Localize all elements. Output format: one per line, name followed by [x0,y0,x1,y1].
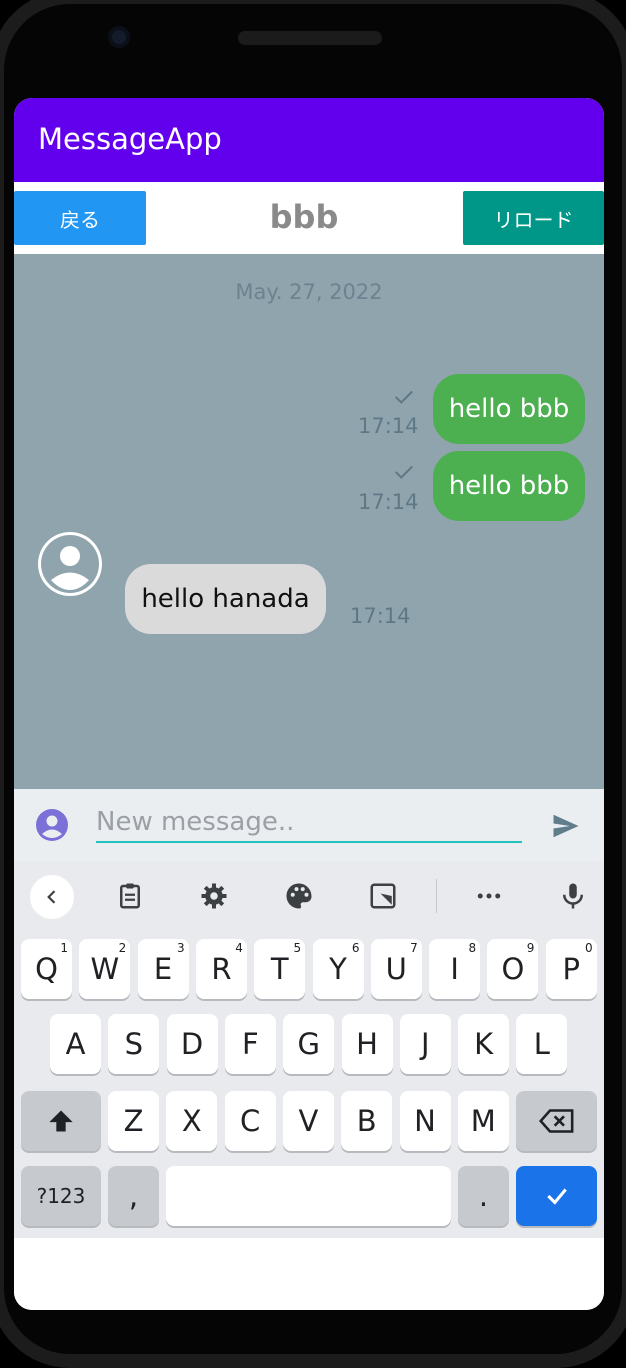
phone-frame: MessageApp 戻る bbb リロード May. 27, 2022 17:… [0,0,626,1368]
on-screen-keyboard: Q1W2E3R4T5Y6U7I8O9P0 ASDFGHJKL ZXCVBNM ?… [14,861,604,1238]
more-icon[interactable] [474,881,504,911]
key-d[interactable]: D [166,1014,218,1074]
chat-header: 戻る bbb リロード [14,182,604,254]
checkmark-icon [546,1188,567,1205]
key-label: E [153,952,173,986]
incoming-message-bubble[interactable]: hello hanada [125,564,326,634]
enter-key[interactable] [516,1166,597,1226]
key-g[interactable]: G [283,1014,335,1074]
space-key[interactable] [166,1166,451,1226]
screen: MessageApp 戻る bbb リロード May. 27, 2022 17:… [14,98,604,1310]
key-number-hint: 5 [293,941,302,955]
sent-check-icon [395,465,413,479]
chat-partner-name: bbb [269,198,339,236]
key-u[interactable]: U7 [370,939,422,999]
outgoing-message-bubble[interactable]: hello bbb [433,374,585,444]
key-label: Y [329,952,347,986]
key-w[interactable]: W2 [79,939,131,999]
message-time: 17:14 [350,604,411,628]
message-input[interactable] [96,803,522,843]
key-number-hint: 2 [118,941,127,955]
key-h[interactable]: H [341,1014,393,1074]
key-label: Q [35,952,58,986]
message-time: 17:14 [358,490,419,514]
key-s[interactable]: S [108,1014,160,1074]
key-label: P [562,952,580,986]
backspace-icon [538,1109,573,1133]
message-time: 17:14 [358,414,419,438]
key-n[interactable]: N [399,1091,451,1151]
key-z[interactable]: Z [108,1091,159,1151]
key-b[interactable]: B [341,1091,393,1151]
key-l[interactable]: L [516,1014,568,1074]
reload-button[interactable]: リロード [463,191,604,245]
clipboard-icon[interactable] [115,881,145,911]
keyboard-toolbar [14,861,604,933]
key-r[interactable]: R4 [195,939,247,999]
backspace-key[interactable] [516,1091,597,1151]
key-i[interactable]: I8 [429,939,481,999]
key-e[interactable]: E3 [137,939,189,999]
key-label: O [501,952,525,986]
key-label: R [211,952,232,986]
navigation-bar [14,1238,604,1310]
key-f[interactable]: F [224,1014,276,1074]
back-button[interactable]: 戻る [14,191,146,245]
shift-key[interactable] [21,1091,101,1151]
key-label: I [450,952,459,986]
keyboard-collapse-button[interactable] [30,875,74,919]
resize-icon[interactable] [368,881,398,911]
shift-icon [49,1110,73,1132]
gear-icon[interactable] [199,881,229,911]
send-icon[interactable] [550,811,582,841]
key-label: U [385,952,407,986]
outgoing-message-bubble[interactable]: hello bbb [433,451,585,521]
key-number-hint: 4 [235,941,243,955]
key-x[interactable]: X [166,1091,218,1151]
app-bar: MessageApp [14,98,604,182]
key-q[interactable]: Q1 [21,939,72,999]
key-c[interactable]: C [224,1091,276,1151]
person-avatar-icon [41,535,99,593]
chevron-left-icon [47,890,56,904]
key-m[interactable]: M [457,1091,509,1151]
app-title: MessageApp [38,122,222,156]
earpiece-speaker [238,31,382,45]
key-v[interactable]: V [282,1091,334,1151]
message-composer [14,789,604,861]
key-a[interactable]: A [50,1014,101,1074]
palette-icon[interactable] [284,881,314,911]
key-k[interactable]: K [458,1014,510,1074]
comma-key[interactable]: , [108,1166,159,1226]
toolbar-divider [436,879,437,913]
key-number-hint: 3 [176,941,185,955]
key-number-hint: 7 [410,941,418,955]
key-y[interactable]: Y6 [312,939,364,999]
message-list[interactable]: May. 27, 2022 17:14 hello bbb 17:14 hell… [14,254,604,789]
key-p[interactable]: P0 [545,939,597,999]
key-t[interactable]: T5 [254,939,306,999]
period-key[interactable]: . [458,1166,509,1226]
mic-icon[interactable] [558,881,588,911]
key-o[interactable]: O9 [487,939,539,999]
key-j[interactable]: J [399,1014,451,1074]
symbols-key[interactable]: ?123 [21,1166,101,1226]
key-number-hint: 6 [351,941,360,955]
key-label: T [270,952,289,986]
key-number-hint: 8 [468,941,477,955]
key-number-hint: 0 [585,941,593,955]
contact-avatar[interactable] [38,532,102,596]
sent-check-icon [395,390,413,404]
key-label: W [90,952,120,986]
key-number-hint: 1 [60,941,68,955]
front-camera [108,26,130,48]
key-number-hint: 9 [526,941,535,955]
date-separator: May. 27, 2022 [235,280,383,304]
user-avatar-icon[interactable] [36,809,68,841]
